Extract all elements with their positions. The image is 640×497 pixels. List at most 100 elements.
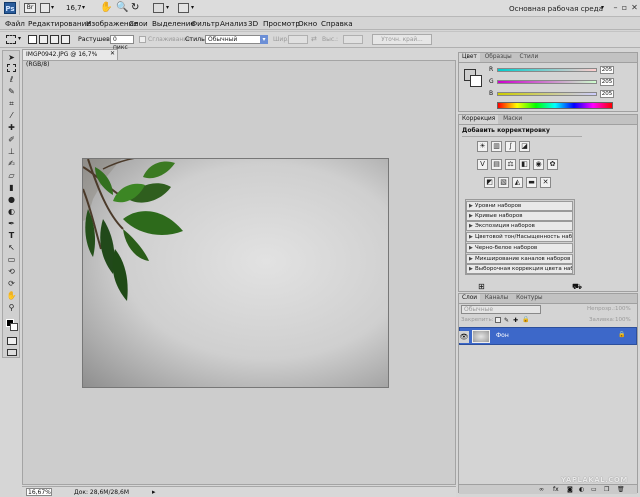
eraser-tool-icon[interactable]: ▱: [6, 171, 17, 181]
photo-filter-icon[interactable]: ◉: [533, 159, 544, 170]
delete-icon[interactable]: ⛟: [572, 282, 582, 292]
layer-row-background[interactable]: 👁 Фон 🔒: [459, 327, 637, 345]
mask-icon[interactable]: ◙: [567, 486, 573, 493]
chevron-down-icon[interactable]: ▾: [51, 4, 54, 11]
blur-tool-icon[interactable]: ●: [6, 195, 17, 205]
crop-tool-icon[interactable]: ⌗: [6, 99, 17, 109]
menu-select[interactable]: Выделение: [152, 19, 195, 28]
lock-all-icon[interactable]: 🔒: [522, 316, 529, 323]
hue-saturation-icon[interactable]: ▤: [491, 159, 502, 170]
preset-channel-mixer[interactable]: Микширование каналов наборов: [466, 254, 573, 264]
chevron-down-icon[interactable]: ▾: [191, 4, 194, 11]
eyedropper-tool-icon[interactable]: ⁄: [6, 111, 17, 121]
hand-tool-icon[interactable]: ✋: [6, 291, 17, 301]
menu-window[interactable]: Окно: [298, 19, 317, 28]
chevron-down-icon[interactable]: ▾: [260, 35, 268, 44]
3d-rotate-tool-icon[interactable]: ⟲: [6, 267, 17, 277]
channel-mixer-icon[interactable]: ✿: [547, 159, 558, 170]
gradient-map-icon[interactable]: ▬: [526, 177, 537, 188]
preset-levels[interactable]: Уровни наборов: [466, 201, 573, 211]
path-select-tool-icon[interactable]: ↖: [6, 243, 17, 253]
red-value[interactable]: 205: [600, 66, 614, 74]
tab-paths[interactable]: Контуры: [513, 294, 546, 303]
menu-3d[interactable]: 3D: [248, 19, 258, 28]
menu-help[interactable]: Справка: [321, 19, 353, 28]
preset-black-white[interactable]: Черно-белое наборов: [466, 243, 573, 253]
green-value[interactable]: 205: [600, 78, 614, 86]
lasso-tool-icon[interactable]: ℓ: [6, 75, 17, 85]
chevron-right-icon[interactable]: ▸: [152, 487, 156, 497]
chevron-down-icon[interactable]: ▾: [82, 4, 85, 11]
preset-selective-color[interactable]: Выборочная коррекция цвета наборов: [466, 264, 573, 274]
eye-icon[interactable]: 👁: [459, 331, 469, 343]
fx-icon[interactable]: fx: [553, 486, 559, 493]
menu-edit[interactable]: Редактирование: [28, 19, 91, 28]
workspace-switcher[interactable]: Основная рабочая среда: [509, 4, 603, 13]
document-tab[interactable]: IMGP0942.JPG @ 16,7% (RGB/8): [22, 49, 118, 68]
tab-color[interactable]: Цвет: [459, 53, 480, 62]
screen-mode-icon[interactable]: [178, 3, 189, 13]
folder-icon[interactable]: ▭: [591, 486, 597, 493]
levels-icon[interactable]: ▥: [491, 141, 502, 152]
background-color-swatch[interactable]: [10, 323, 18, 331]
close-icon[interactable]: ✕: [630, 3, 639, 12]
selective-color-icon[interactable]: ✕: [540, 177, 551, 188]
tab-layers[interactable]: Слои: [459, 294, 481, 303]
intersect-selection-icon[interactable]: [61, 35, 70, 44]
minimize-icon[interactable]: –: [611, 3, 620, 12]
link-layers-icon[interactable]: ∞: [539, 486, 544, 493]
lock-position-icon[interactable]: ✚: [513, 317, 518, 324]
posterize-icon[interactable]: ▧: [498, 177, 509, 188]
tab-channels[interactable]: Каналы: [482, 294, 511, 303]
swap-icon[interactable]: ⇄: [311, 35, 317, 43]
invert-icon[interactable]: ◩: [484, 177, 495, 188]
preset-hue-saturation[interactable]: Цветовой тон/Насыщенность наборов: [466, 232, 573, 242]
threshold-icon[interactable]: ◭: [512, 177, 523, 188]
new-layer-icon[interactable]: ❐: [604, 486, 609, 493]
zoom-level[interactable]: 16,7: [66, 4, 82, 12]
antialias-checkbox[interactable]: [139, 36, 146, 43]
zoom-tool-icon[interactable]: ⚲: [6, 303, 17, 313]
gradient-tool-icon[interactable]: ▮: [6, 183, 17, 193]
arrange-documents-icon[interactable]: [153, 3, 164, 13]
tab-swatches[interactable]: Образцы: [482, 53, 515, 62]
rotate-view-icon[interactable]: ↻: [131, 2, 139, 13]
lock-transparency-icon[interactable]: [495, 317, 501, 323]
height-input[interactable]: [343, 35, 363, 44]
blend-mode-select[interactable]: Обычные: [461, 305, 541, 314]
vibrance-icon[interactable]: V: [477, 159, 488, 170]
move-tool-icon[interactable]: ➤: [6, 53, 17, 63]
feather-input[interactable]: 0 пикс: [110, 35, 134, 51]
healing-brush-tool-icon[interactable]: ✚: [6, 123, 17, 133]
style-select[interactable]: Обычный: [205, 35, 267, 44]
chevron-down-icon[interactable]: ▾: [166, 4, 169, 11]
close-icon[interactable]: ✕: [110, 50, 115, 57]
brightness-icon[interactable]: ☀: [477, 141, 488, 152]
adjustment-layer-icon[interactable]: ◐: [579, 486, 584, 493]
menu-file[interactable]: Файл: [5, 19, 25, 28]
preset-curves[interactable]: Кривые наборов: [466, 211, 573, 221]
3d-camera-tool-icon[interactable]: ⟳: [6, 279, 17, 289]
marquee-tool-icon[interactable]: [7, 64, 16, 72]
history-brush-tool-icon[interactable]: ✍: [6, 159, 17, 169]
zoom-icon[interactable]: 🔍: [116, 2, 128, 13]
screen-mode-icon[interactable]: [7, 349, 17, 356]
red-slider[interactable]: [497, 68, 597, 72]
zoom-status[interactable]: 16,67%: [26, 488, 52, 496]
new-selection-icon[interactable]: [28, 35, 37, 44]
add-selection-icon[interactable]: [39, 35, 48, 44]
trash-icon[interactable]: 🗑: [617, 486, 625, 493]
quick-mask-icon[interactable]: [7, 337, 17, 345]
chevron-down-icon[interactable]: ▾: [601, 4, 604, 11]
shape-tool-icon[interactable]: ▭: [6, 255, 17, 265]
green-slider[interactable]: [497, 80, 597, 84]
bridge-icon[interactable]: Br: [24, 3, 36, 13]
lock-pixels-icon[interactable]: ✎: [504, 317, 509, 324]
color-spectrum-bar[interactable]: [497, 102, 613, 109]
blue-slider[interactable]: [497, 92, 597, 96]
fill-value[interactable]: 100%: [615, 317, 631, 323]
brush-tool-icon[interactable]: ✐: [6, 135, 17, 145]
tab-styles[interactable]: Стили: [517, 53, 542, 62]
clip-to-layer-icon[interactable]: ⊞: [478, 282, 485, 291]
marquee-tool-icon[interactable]: [6, 35, 16, 44]
